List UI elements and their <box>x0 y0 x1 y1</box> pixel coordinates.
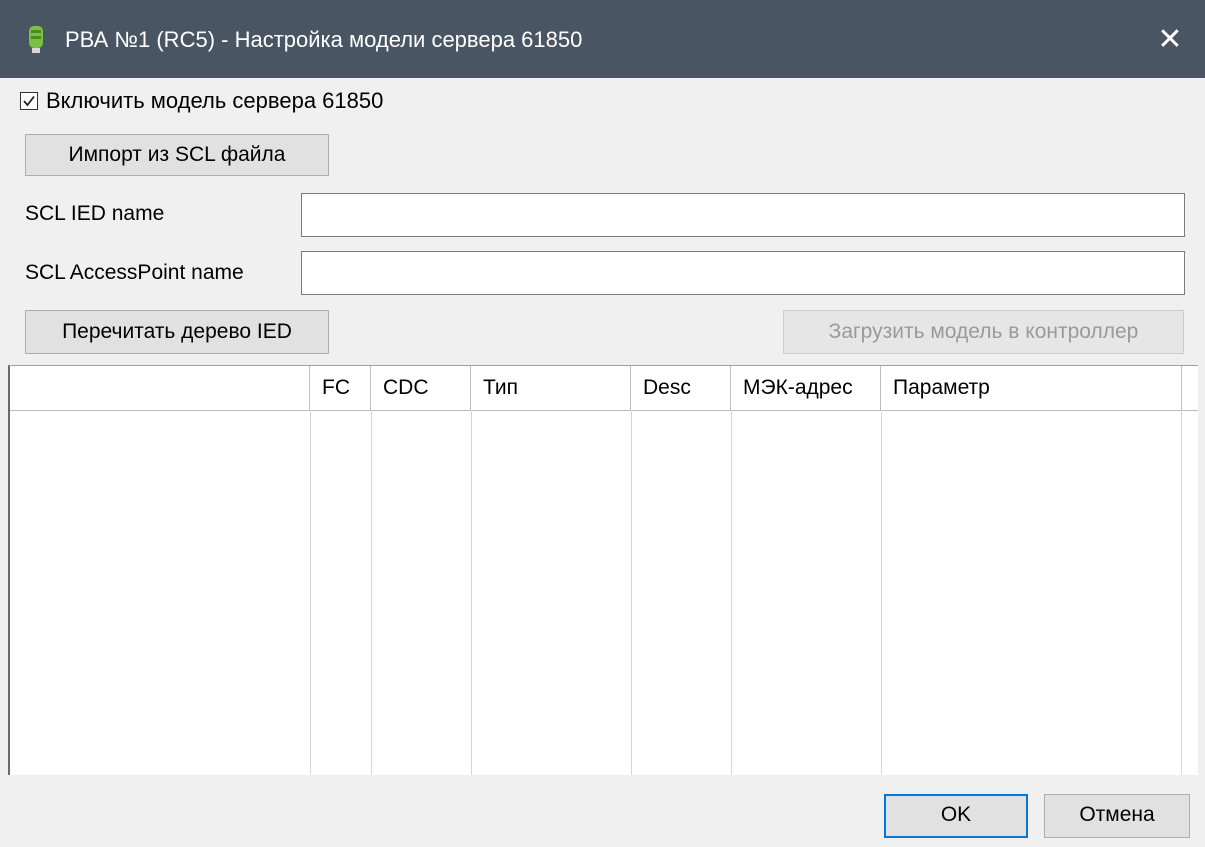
close-icon[interactable]: ✕ <box>1148 18 1192 62</box>
window-title: РВА №1 (RC5) - Настройка модели сервера … <box>65 27 583 52</box>
column-header-type[interactable]: Тип <box>471 366 631 410</box>
column-header-desc[interactable]: Desc <box>631 366 731 410</box>
column-divider <box>881 410 882 775</box>
ied-tree-grid[interactable]: FC CDC Тип Desc МЭК-адрес Параметр <box>8 365 1198 775</box>
reread-ied-tree-button[interactable]: Перечитать дерево IED <box>25 310 329 354</box>
column-header-iec-address[interactable]: МЭК-адрес <box>731 366 881 410</box>
column-divider <box>631 410 632 775</box>
green-device-icon <box>29 26 43 53</box>
column-divider <box>731 410 732 775</box>
upload-model-button: Загрузить модель в контроллер <box>783 310 1184 354</box>
column-header-cdc[interactable]: CDC <box>371 366 471 410</box>
title-bar: РВА №1 (RC5) - Настройка модели сервера … <box>0 0 1205 78</box>
column-header-fc[interactable]: FC <box>310 366 371 410</box>
enable-server-model-label[interactable]: Включить модель сервера 61850 <box>46 88 383 114</box>
column-divider <box>471 410 472 775</box>
column-header-parameter[interactable]: Параметр <box>881 366 1182 410</box>
column-header-name[interactable] <box>10 366 310 410</box>
access-point-label: SCL AccessPoint name <box>25 261 244 284</box>
checkmark-icon <box>23 95 35 107</box>
column-divider <box>310 410 311 775</box>
ied-name-input[interactable] <box>301 193 1185 237</box>
access-point-input[interactable] <box>301 251 1185 295</box>
import-scl-button[interactable]: Импорт из SCL файла <box>25 134 329 176</box>
column-divider <box>371 410 372 775</box>
enable-server-model-checkbox[interactable] <box>20 92 38 110</box>
ied-name-label: SCL IED name <box>25 202 165 225</box>
ok-button[interactable]: OK <box>884 794 1028 838</box>
column-divider <box>1181 410 1182 775</box>
grid-header: FC CDC Тип Desc МЭК-адрес Параметр <box>10 366 1198 411</box>
cancel-button[interactable]: Отмена <box>1044 794 1190 838</box>
